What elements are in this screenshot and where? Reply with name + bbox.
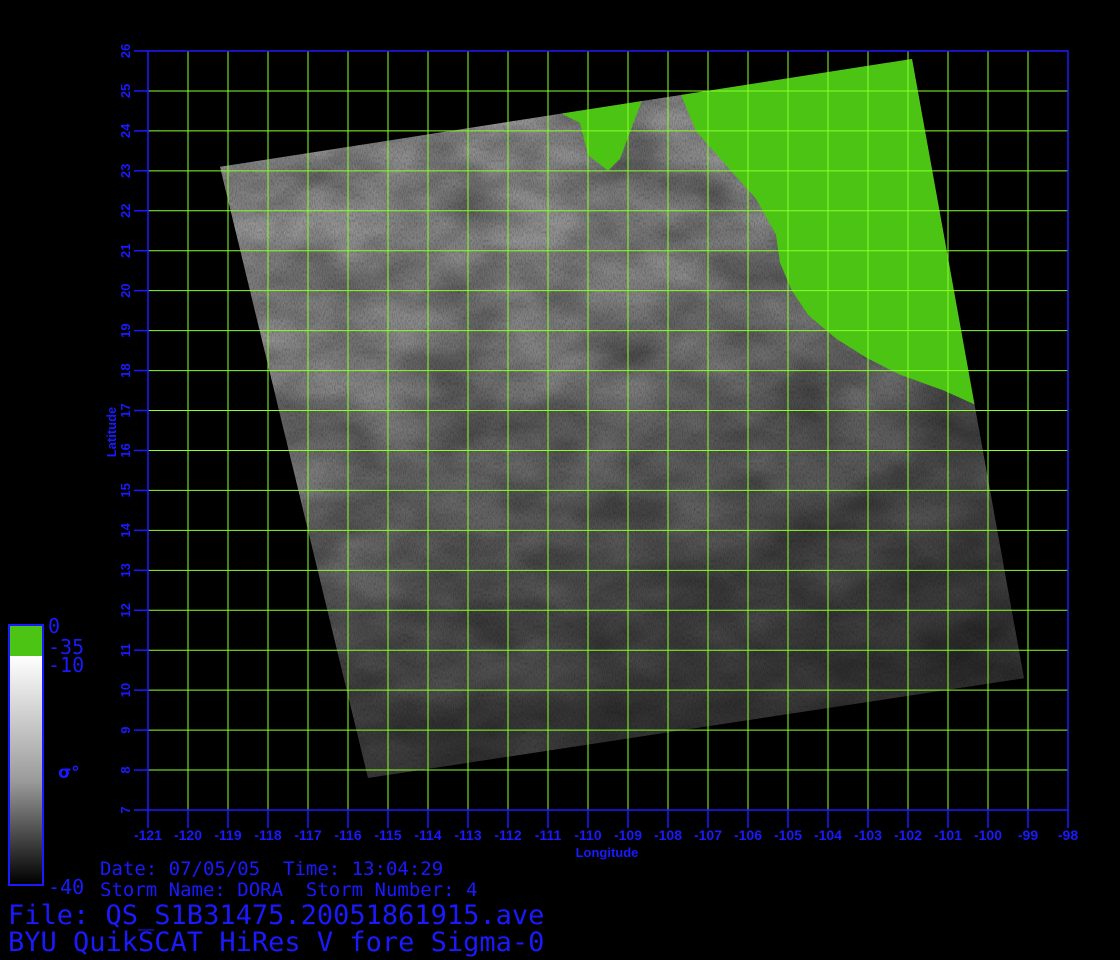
lat-tick-label: 10 <box>118 683 133 697</box>
lat-tick-label: 26 <box>118 44 133 58</box>
lat-tick-label: 7 <box>118 806 133 813</box>
lon-tick-label: -111 <box>535 827 562 843</box>
lon-tick-label: -100 <box>974 827 1002 843</box>
lat-tick-label: 11 <box>118 643 133 657</box>
lon-tick-label: -121 <box>134 827 162 843</box>
lon-tick-label: -115 <box>374 827 401 843</box>
x-axis-label: Longitude <box>576 845 639 860</box>
lon-tick-label: -114 <box>414 827 441 843</box>
lat-tick-label: 8 <box>118 766 133 773</box>
lon-tick-label: -109 <box>614 827 642 843</box>
storm-info-line: Storm Name: DORA Storm Number: 4 <box>100 879 478 901</box>
lon-tick-label: -112 <box>494 827 521 843</box>
lon-tick-label: -106 <box>734 827 762 843</box>
lat-tick-label: 9 <box>118 726 133 733</box>
file-name-line: File: QS_S1B31475.20051861915.ave <box>8 900 545 931</box>
lon-tick-label: -117 <box>294 827 321 843</box>
lon-tick-label: -107 <box>694 827 722 843</box>
lon-tick-label: -110 <box>574 827 601 843</box>
lat-tick-label: 18 <box>118 363 133 377</box>
lon-tick-label: -103 <box>854 827 882 843</box>
lon-tick-label: -99 <box>1018 827 1038 843</box>
lon-tick-label: -102 <box>894 827 922 843</box>
lat-tick-label: 21 <box>118 244 133 258</box>
lon-tick-label: -105 <box>774 827 802 843</box>
y-axis-label: Latitude <box>104 407 119 458</box>
lon-tick-label: -101 <box>934 827 962 843</box>
colorbar: 0 -35 -10 σ° -40 <box>8 614 84 899</box>
lat-tick-label: 19 <box>118 323 133 337</box>
lat-tick-label: 23 <box>118 164 133 178</box>
lat-tick-label: 12 <box>118 603 133 617</box>
latitude-tick-labels: 7 8 9 10 11 12 13 14 15 16 17 18 19 20 21 22 23 24 25 26 <box>118 44 133 814</box>
colorbar-land-segment <box>10 626 42 656</box>
lat-tick-label: 14 <box>118 522 133 537</box>
lat-tick-label: 13 <box>118 563 133 577</box>
lat-tick-label: 15 <box>118 483 133 497</box>
colorbar-label-neg10: -10 <box>48 653 84 677</box>
scatterometer-map: -121 -120 -119 -118 -117 -116 -115 -114 -113 -112… <box>8 44 1078 899</box>
lat-tick-label: 24 <box>118 123 133 138</box>
lat-tick-label: 16 <box>118 443 133 457</box>
lon-tick-label: -119 <box>214 827 241 843</box>
lon-tick-label: -113 <box>454 827 481 843</box>
lat-tick-label: 25 <box>118 84 133 98</box>
lat-tick-label: 22 <box>118 204 133 218</box>
lon-tick-label: -116 <box>334 827 361 843</box>
colorbar-label-neg40: -40 <box>48 875 84 899</box>
date-time-line: Date: 07/05/05 Time: 13:04:29 <box>100 858 444 880</box>
lon-tick-label: -120 <box>174 827 202 843</box>
lat-tick-label: 17 <box>118 403 133 417</box>
lon-tick-label: -118 <box>254 827 281 843</box>
lat-tick-label: 20 <box>118 283 133 297</box>
longitude-tick-labels: -121 -120 -119 -118 -117 -116 -115 -114 -113 -112… <box>134 827 1078 843</box>
colorbar-gradient <box>10 656 42 884</box>
lon-tick-label: -108 <box>654 827 682 843</box>
lon-tick-label: -104 <box>814 827 842 843</box>
product-title-line: BYU QuikSCAT HiRes V fore Sigma-0 <box>8 927 545 958</box>
colorbar-symbol: σ° <box>58 763 80 783</box>
lon-tick-label: -98 <box>1058 827 1078 843</box>
